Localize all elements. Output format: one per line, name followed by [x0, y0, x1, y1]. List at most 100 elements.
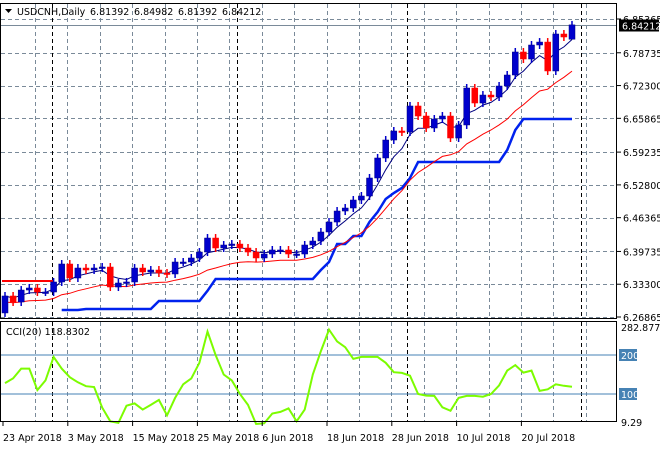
candle-up — [131, 267, 138, 283]
candle-up — [536, 41, 543, 46]
last-price-label: 6.84212 — [622, 22, 660, 33]
candle-down — [471, 87, 479, 104]
candle-down — [447, 115, 454, 139]
price-tick-label: 6.52800 — [623, 181, 660, 192]
candle-down — [285, 249, 292, 255]
candle-up — [115, 282, 122, 288]
cci-tick-label: 9.29 — [621, 418, 642, 429]
candle-up — [406, 105, 414, 133]
candle-up — [228, 243, 236, 246]
candle-up — [431, 118, 438, 129]
time-axis: 23 Apr 2018 3 May 2018 15 May 2018 25 May 2… — [2, 421, 575, 444]
cci-pane — [1, 327, 616, 426]
candle-up — [463, 87, 470, 126]
time-tick-label: 15 May 2018 — [133, 433, 195, 444]
candle-up — [366, 177, 373, 197]
candle-up — [333, 210, 341, 223]
candle-up — [390, 130, 398, 141]
candle-up — [179, 261, 187, 264]
candle-up — [439, 115, 446, 120]
candle-up — [50, 281, 57, 293]
candle-up — [568, 24, 576, 40]
moving-averages — [4, 39, 573, 304]
candle-down — [252, 251, 260, 259]
candle-down — [422, 115, 430, 129]
cci-line — [4, 327, 573, 426]
candle-up — [74, 267, 82, 279]
cci-label: CCI(20) 118.8302 — [6, 327, 90, 338]
candle-up — [260, 253, 268, 259]
candle-up — [293, 253, 300, 256]
time-tick-label: 25 May 2018 — [197, 433, 259, 444]
candle-up — [309, 240, 317, 246]
candle-down — [560, 33, 568, 38]
candle-down — [82, 267, 90, 271]
price-tick-label: 6.65865 — [623, 114, 660, 125]
candle-up — [301, 244, 308, 255]
candle-up — [495, 85, 503, 98]
price-tick-label: 6.33300 — [623, 280, 660, 291]
candle-down — [212, 237, 219, 249]
candle-up — [1, 295, 9, 314]
candle-down — [487, 94, 495, 98]
triangle-down-icon[interactable] — [5, 9, 12, 13]
candle-up — [325, 221, 333, 233]
candle-up — [374, 157, 381, 179]
ohlc-high: 6.84982 — [134, 7, 173, 18]
price-chart[interactable]: 6.853656.787356.723006.658656.592356.528… — [0, 0, 660, 450]
candle-up — [90, 267, 98, 271]
candle-down — [236, 243, 244, 249]
candle-up — [341, 207, 349, 212]
grid-lines — [1, 4, 616, 421]
candle-up — [503, 74, 511, 87]
price-tick-label: 6.59235 — [623, 148, 660, 159]
candle-up — [317, 231, 325, 242]
price-tick-label: 6.78735 — [623, 49, 660, 60]
candle-up — [17, 289, 25, 303]
time-tick-label: 3 May 2018 — [68, 433, 124, 444]
candle-down — [398, 130, 406, 133]
cci-tick-label: 100 — [621, 390, 639, 401]
candle-up — [204, 237, 211, 253]
chart-header: USDCNH,Daily 6.81392 6.84982 6.81392 6.8… — [5, 7, 261, 18]
candle-up — [455, 124, 462, 139]
candle-up — [479, 94, 487, 104]
price-tick-label: 6.39735 — [623, 247, 660, 258]
time-tick-label: 23 Apr 2018 — [3, 433, 62, 444]
candle-down — [9, 295, 17, 303]
ohlc-open: 6.81392 — [90, 7, 129, 18]
candle-up — [528, 44, 535, 60]
ohlc-close: 6.84212 — [222, 7, 261, 18]
candle-up — [26, 287, 33, 291]
stop-line-layer — [2, 117, 572, 312]
symbol-label: USDCNH,Daily — [17, 7, 86, 18]
candle-up — [269, 249, 276, 255]
candle-down — [163, 272, 171, 275]
candle-down — [107, 266, 114, 288]
candle-down — [139, 267, 146, 273]
candle-up — [358, 195, 365, 201]
candle-down — [544, 41, 551, 72]
stop-line — [61, 117, 572, 312]
time-tick-label: 10 Jul 2018 — [457, 433, 511, 444]
candle-up — [196, 251, 203, 259]
candle-up — [382, 139, 389, 159]
candle-up — [512, 51, 519, 76]
fast-ma-line — [4, 39, 573, 299]
candle-up — [171, 261, 179, 275]
time-tick-label: 18 Jun 2018 — [327, 433, 384, 444]
candle-up — [188, 257, 195, 263]
candle-up — [220, 244, 227, 249]
price-tick-label: 6.46365 — [623, 214, 660, 225]
ohlc-low: 6.81392 — [178, 7, 217, 18]
candle-up — [147, 269, 155, 273]
candle-down — [34, 287, 41, 293]
candle-up — [98, 266, 106, 269]
time-tick-label: 6 Jun 2018 — [262, 433, 313, 444]
candle-up — [58, 263, 65, 283]
price-axis: 6.853656.787356.723006.658656.592356.528… — [617, 15, 660, 429]
candle-down — [414, 105, 422, 117]
cci-tick-label: 282.8772 — [621, 323, 660, 334]
candle-down — [155, 269, 163, 274]
candle-down — [66, 263, 74, 279]
